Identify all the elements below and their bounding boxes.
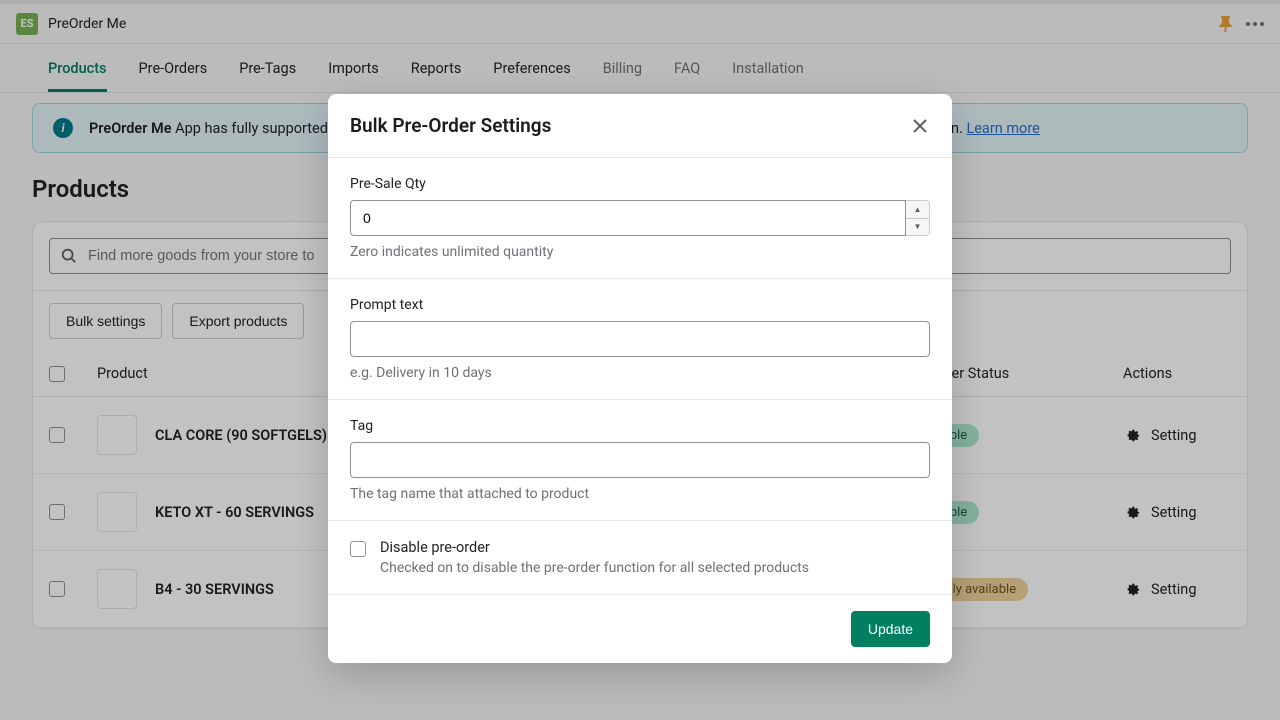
disable-checkbox[interactable] [350, 541, 366, 557]
qty-input[interactable] [350, 200, 906, 236]
prompt-label: Prompt text [350, 297, 930, 313]
tag-label: Tag [350, 418, 930, 434]
bulk-settings-modal: Bulk Pre-Order Settings Pre-Sale Qty ▲ ▼… [328, 94, 952, 663]
tag-input[interactable] [350, 442, 930, 478]
qty-label: Pre-Sale Qty [350, 176, 930, 192]
step-up-button[interactable]: ▲ [906, 201, 929, 219]
step-down-button[interactable]: ▼ [906, 219, 929, 236]
update-button[interactable]: Update [851, 611, 930, 647]
prompt-help: e.g. Delivery in 10 days [350, 365, 930, 381]
tag-help: The tag name that attached to product [350, 486, 930, 502]
quantity-stepper: ▲ ▼ [906, 200, 930, 236]
close-icon[interactable] [910, 116, 930, 136]
modal-overlay[interactable]: Bulk Pre-Order Settings Pre-Sale Qty ▲ ▼… [0, 0, 1280, 720]
disable-label: Disable pre-order [380, 539, 809, 556]
disable-help: Checked on to disable the pre-order func… [380, 560, 809, 576]
modal-title: Bulk Pre-Order Settings [350, 114, 551, 137]
qty-help: Zero indicates unlimited quantity [350, 244, 930, 260]
prompt-input[interactable] [350, 321, 930, 357]
